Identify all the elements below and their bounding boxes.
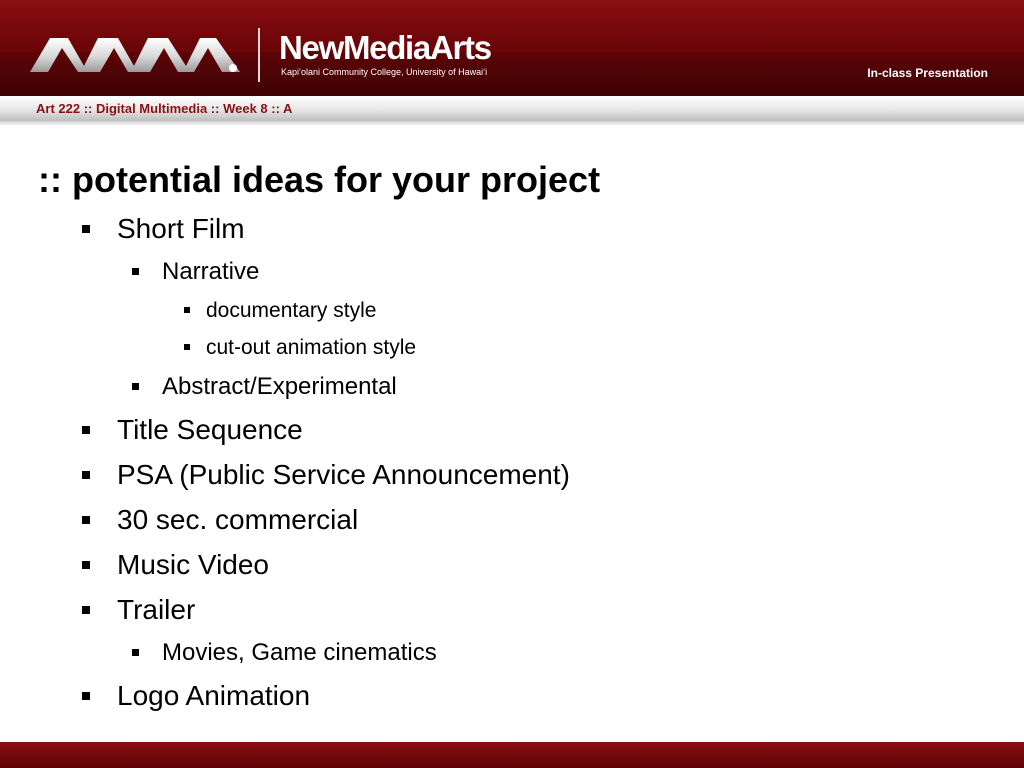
list-item-label: Music Video xyxy=(117,549,270,580)
square-bullet-icon xyxy=(82,692,90,700)
list-item-label: Title Sequence xyxy=(117,414,303,445)
list-item-label: Logo Animation xyxy=(117,680,311,711)
header-banner: NewMediaArts Kapi‘olani Community Colleg… xyxy=(0,0,1024,96)
brand-subtitle: Kapi‘olani Community College, University… xyxy=(281,67,488,77)
list-item-label: Short Film xyxy=(117,213,245,244)
square-bullet-icon xyxy=(132,383,139,390)
square-bullet-icon xyxy=(184,307,190,313)
slide-title: :: potential ideas for your project xyxy=(38,159,601,200)
square-bullet-icon xyxy=(132,649,139,656)
list-item-label: Narrative xyxy=(162,258,260,285)
nma-logo-icon xyxy=(30,38,240,72)
square-bullet-icon xyxy=(184,344,190,350)
logo-divider xyxy=(258,28,260,82)
list-item-label: cut-out animation style xyxy=(206,336,417,359)
square-bullet-icon xyxy=(82,225,90,233)
list-item-label: Movies, Game cinematics xyxy=(162,639,437,666)
presentation-label: In-class Presentation xyxy=(867,66,988,80)
list-item-label: 30 sec. commercial xyxy=(117,504,359,535)
list-item-label: Abstract/Experimental xyxy=(162,373,397,400)
course-label: Art 222 :: Digital Multimedia :: Week 8 … xyxy=(36,101,293,116)
square-bullet-icon xyxy=(82,606,90,614)
square-bullet-icon xyxy=(82,471,90,479)
footer-bar xyxy=(0,742,1024,768)
list-item-label: documentary style xyxy=(206,299,377,322)
square-bullet-icon xyxy=(82,426,90,434)
course-bar-shadow xyxy=(0,121,1024,126)
square-bullet-icon xyxy=(132,268,139,275)
brand-name: NewMediaArts xyxy=(279,29,492,66)
square-bullet-icon xyxy=(82,561,90,569)
list-item-label: PSA (Public Service Announcement) xyxy=(117,459,570,490)
square-bullet-icon xyxy=(82,516,90,524)
list-item-label: Trailer xyxy=(117,594,196,625)
